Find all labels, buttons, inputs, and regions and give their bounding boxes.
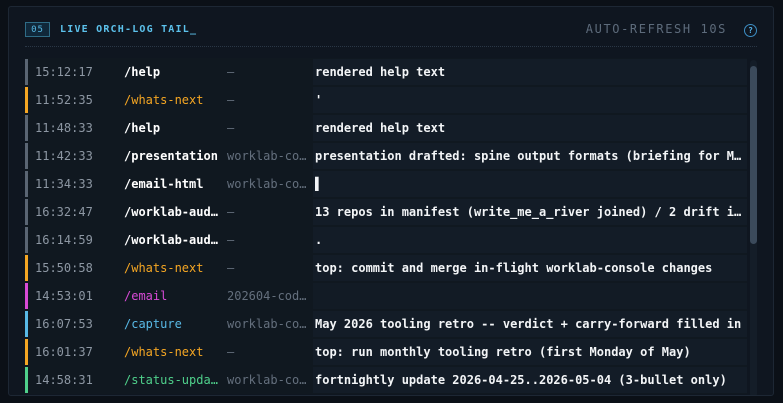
row-command: /worklab-aud…: [124, 233, 218, 247]
log-row[interactable]: 14:58:31 /status-upda… worklab-co… fortn…: [25, 366, 747, 394]
row-time: 15:12:17: [35, 65, 93, 79]
row-output-box: ▌: [313, 171, 747, 197]
log-row[interactable]: 11:42:33 /presentation worklab-co… prese…: [25, 142, 747, 170]
log-row[interactable]: 11:52:35 /whats-next — ': [25, 86, 747, 114]
row-accent-bar: [25, 227, 28, 253]
row-accent-bar: [25, 367, 28, 393]
row-command: /whats-next: [124, 93, 204, 107]
row-context: —: [227, 121, 235, 135]
row-output: .: [315, 233, 323, 247]
row-command: /presentation: [124, 149, 218, 163]
panel-number-badge: 05: [25, 22, 50, 37]
row-context: —: [227, 93, 235, 107]
log-list[interactable]: 15:12:17 /help — rendered help text 11:5…: [25, 58, 747, 395]
row-output: 13 repos in manifest (write_me_a_river j…: [315, 205, 745, 219]
row-context: 202604-cod…: [227, 289, 307, 303]
row-output: presentation drafted: spine output forma…: [315, 149, 745, 163]
row-output-box: rendered help text: [313, 115, 747, 141]
header-divider: [25, 46, 757, 47]
auto-refresh-label: AUTO-REFRESH 10S: [585, 22, 727, 36]
orch-log-panel: 05 LIVE ORCH-LOG TAIL_ AUTO-REFRESH 10S …: [8, 6, 774, 396]
row-output: fortnightly update 2026-04-25..2026-05-0…: [315, 373, 727, 387]
row-output-box: top: run monthly tooling retro (first Mo…: [313, 339, 747, 365]
row-time: 11:34:33: [35, 177, 93, 191]
row-context: —: [227, 233, 235, 247]
log-scrollbar[interactable]: [750, 60, 757, 395]
panel-title: LIVE ORCH-LOG TAIL_: [60, 24, 198, 35]
row-output-box: fortnightly update 2026-04-25..2026-05-0…: [313, 367, 747, 393]
row-time: 11:42:33: [35, 149, 93, 163]
log-row[interactable]: 15:50:58 /whats-next — top: commit and m…: [25, 254, 747, 282]
row-output-box: top: commit and merge in-flight worklab-…: [313, 255, 747, 281]
row-context: —: [227, 345, 235, 359]
log-row[interactable]: 16:14:59 /worklab-aud… — .: [25, 226, 747, 254]
row-output: top: run monthly tooling retro (first Mo…: [315, 345, 691, 359]
row-accent-bar: [25, 283, 28, 309]
row-accent-bar: [25, 199, 28, 225]
row-context: worklab-co…: [227, 177, 307, 191]
row-command: /email: [124, 289, 168, 303]
scrollbar-thumb[interactable]: [750, 66, 757, 244]
row-accent-bar: [25, 171, 28, 197]
row-context: worklab-co…: [227, 317, 307, 331]
row-context: —: [227, 205, 235, 219]
log-row[interactable]: 16:01:37 /whats-next — top: run monthly …: [25, 338, 747, 366]
panel-header: 05 LIVE ORCH-LOG TAIL_ AUTO-REFRESH 10S …: [9, 7, 773, 54]
row-output: top: commit and merge in-flight worklab-…: [315, 261, 713, 275]
row-output-box: 13 repos in manifest (write_me_a_river j…: [313, 199, 747, 225]
row-command: /whats-next: [124, 345, 204, 359]
row-accent-bar: [25, 255, 28, 281]
row-command: /worklab-aud…: [124, 205, 218, 219]
row-output: ▌: [315, 177, 323, 191]
row-time: 16:07:53: [35, 317, 93, 331]
row-context: —: [227, 261, 235, 275]
row-command: /capture: [124, 317, 182, 331]
log-row[interactable]: 16:07:53 /capture worklab-co… May 2026 t…: [25, 310, 747, 338]
row-time: 11:52:35: [35, 93, 93, 107]
row-output: rendered help text: [315, 121, 446, 135]
row-time: 16:32:47: [35, 205, 93, 219]
row-time: 15:50:58: [35, 261, 93, 275]
log-row[interactable]: 11:34:33 /email-html worklab-co… ▌: [25, 170, 747, 198]
row-command: /email-html: [124, 177, 204, 191]
row-time: 11:48:33: [35, 121, 93, 135]
row-accent-bar: [25, 59, 28, 85]
help-icon[interactable]: ?: [744, 24, 757, 37]
row-context: worklab-co…: [227, 149, 307, 163]
row-output: May 2026 tooling retro -- verdict + carr…: [315, 317, 742, 331]
row-output: ': [315, 93, 323, 107]
row-output-box: [313, 283, 747, 309]
row-command: /status-upda…: [124, 373, 218, 387]
log-row[interactable]: 15:12:17 /help — rendered help text: [25, 58, 747, 86]
row-output-box: rendered help text: [313, 59, 747, 85]
row-context: —: [227, 65, 235, 79]
row-context: worklab-co…: [227, 373, 307, 387]
row-output-box: ': [313, 87, 747, 113]
row-output: rendered help text: [315, 65, 446, 79]
row-time: 14:53:01: [35, 289, 93, 303]
log-row[interactable]: 11:48:33 /help — rendered help text: [25, 114, 747, 142]
row-accent-bar: [25, 87, 28, 113]
log-row[interactable]: 14:53:01 /email 202604-cod…: [25, 282, 747, 310]
row-output-box: May 2026 tooling retro -- verdict + carr…: [313, 311, 747, 337]
row-accent-bar: [25, 311, 28, 337]
row-accent-bar: [25, 339, 28, 365]
row-time: 16:14:59: [35, 233, 93, 247]
row-time: 14:58:31: [35, 373, 93, 387]
log-row[interactable]: 16:32:47 /worklab-aud… — 13 repos in man…: [25, 198, 747, 226]
row-output-box: presentation drafted: spine output forma…: [313, 143, 747, 169]
row-accent-bar: [25, 143, 28, 169]
row-command: /help: [124, 121, 161, 135]
row-output-box: .: [313, 227, 747, 253]
row-command: /whats-next: [124, 261, 204, 275]
row-command: /help: [124, 65, 161, 79]
row-accent-bar: [25, 115, 28, 141]
row-time: 16:01:37: [35, 345, 93, 359]
